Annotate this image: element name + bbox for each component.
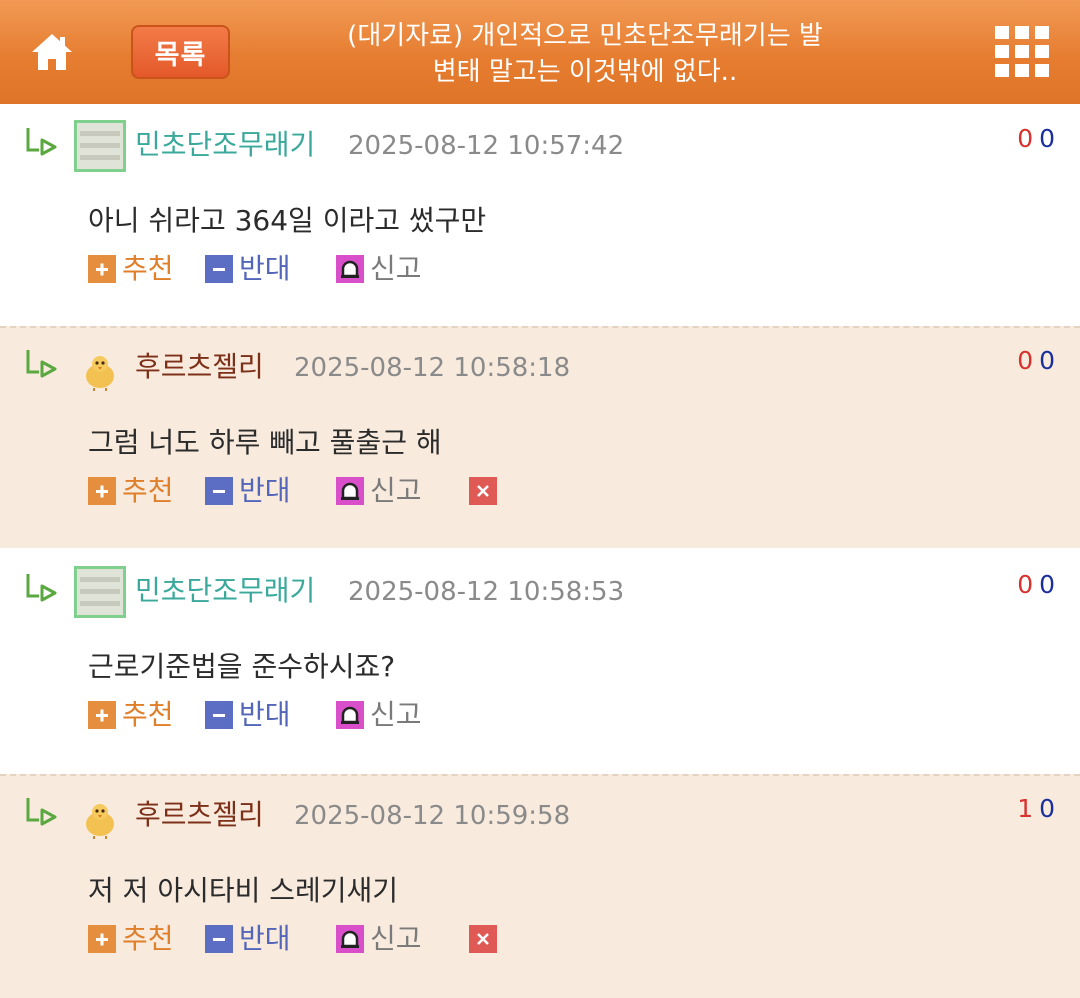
delete-button[interactable] xyxy=(469,474,497,508)
plus-icon xyxy=(88,925,116,953)
oppose-label: 반대 xyxy=(239,922,291,955)
recommend-button[interactable]: 추천 xyxy=(88,922,174,956)
plus-icon xyxy=(88,255,116,283)
post-title-line-1: (대기자료) 개인적으로 민초단조무래기는 발 xyxy=(347,21,823,51)
post-title: (대기자료) 개인적으로 민초단조무래기는 발 변태 말고는 이것밖에 없다.. xyxy=(300,18,870,90)
vote-counts: 00 xyxy=(1017,346,1055,376)
plus-icon xyxy=(88,701,116,729)
comment-item: 민초단조무래기 2025-08-12 10:58:53 00 근로기준법을 준수… xyxy=(0,550,1080,772)
reply-arrow-icon xyxy=(26,350,57,378)
siren-icon xyxy=(336,925,364,953)
plus-icon xyxy=(88,477,116,505)
siren-icon xyxy=(336,255,364,283)
delete-button[interactable] xyxy=(469,922,497,956)
grid-menu-icon[interactable] xyxy=(995,26,1049,78)
comment-datetime: 2025-08-12 10:57:42 xyxy=(348,131,625,161)
minus-icon xyxy=(205,701,233,729)
close-icon xyxy=(469,925,497,953)
top-bar: 목록 (대기자료) 개인적으로 민초단조무래기는 발 변태 말고는 이것밖에 없… xyxy=(0,0,1080,104)
oppose-count: 0 xyxy=(1039,346,1055,375)
post-title-line-2: 변태 말고는 이것밖에 없다.. xyxy=(432,57,738,87)
report-button[interactable]: 신고 xyxy=(336,922,422,956)
oppose-label: 반대 xyxy=(239,474,291,507)
user-avatar xyxy=(74,120,126,172)
recommend-label: 추천 xyxy=(122,698,174,731)
siren-icon xyxy=(336,477,364,505)
comment-datetime: 2025-08-12 10:58:18 xyxy=(294,353,571,383)
siren-icon xyxy=(336,701,364,729)
comment-divider xyxy=(0,326,1080,328)
comment-item: 후르츠젤리 2025-08-12 10:59:58 10 저 저 아시타비 스레… xyxy=(0,774,1080,998)
reply-arrow-icon xyxy=(26,798,57,826)
comment-author[interactable]: 민초단조무래기 xyxy=(135,574,315,608)
recommend-label: 추천 xyxy=(122,252,174,285)
recommend-label: 추천 xyxy=(122,922,174,955)
report-label: 신고 xyxy=(370,922,422,955)
recommend-button[interactable]: 추천 xyxy=(88,698,174,732)
comment-datetime: 2025-08-12 10:58:53 xyxy=(348,577,625,607)
user-avatar xyxy=(74,566,126,618)
close-icon xyxy=(469,477,497,505)
oppose-button[interactable]: 반대 xyxy=(205,252,291,286)
chick-avatar-icon xyxy=(86,356,114,391)
report-label: 신고 xyxy=(370,698,422,731)
oppose-button[interactable]: 반대 xyxy=(205,922,291,956)
recommend-label: 추천 xyxy=(122,474,174,507)
home-icon[interactable] xyxy=(28,28,76,76)
comment-text: 저 저 아시타비 스레기새기 xyxy=(88,874,399,907)
list-button-label: 목록 xyxy=(154,39,207,71)
comment-author[interactable]: 후르츠젤리 xyxy=(135,350,264,384)
oppose-label: 반대 xyxy=(239,698,291,731)
list-button[interactable]: 목록 xyxy=(131,25,230,79)
oppose-button[interactable]: 반대 xyxy=(205,474,291,508)
report-button[interactable]: 신고 xyxy=(336,698,422,732)
comment-item: 후르츠젤리 2025-08-12 10:58:18 00 그럼 너도 하루 빼고… xyxy=(0,326,1080,548)
comment-text: 그럼 너도 하루 빼고 풀출근 해 xyxy=(88,426,442,459)
minus-icon xyxy=(205,925,233,953)
comment-item: 민초단조무래기 2025-08-12 10:57:42 00 아니 쉬라고 36… xyxy=(0,104,1080,326)
minus-icon xyxy=(205,477,233,505)
report-button[interactable]: 신고 xyxy=(336,252,422,286)
vote-counts: 10 xyxy=(1017,794,1055,824)
comment-divider xyxy=(0,774,1080,776)
reply-arrow-icon xyxy=(26,128,57,156)
oppose-count: 0 xyxy=(1039,124,1055,153)
chick-avatar-icon xyxy=(86,804,114,839)
comment-author[interactable]: 후르츠젤리 xyxy=(135,798,264,832)
vote-counts: 00 xyxy=(1017,570,1055,600)
recommend-button[interactable]: 추천 xyxy=(88,252,174,286)
recommend-button[interactable]: 추천 xyxy=(88,474,174,508)
oppose-count: 0 xyxy=(1039,794,1055,823)
comment-text: 근로기준법을 준수하시죠? xyxy=(88,650,396,683)
comment-text: 아니 쉬라고 364일 이라고 썼구만 xyxy=(88,204,487,237)
comment-author[interactable]: 민초단조무래기 xyxy=(135,128,315,162)
comment-datetime: 2025-08-12 10:59:58 xyxy=(294,801,571,831)
oppose-label: 반대 xyxy=(239,252,291,285)
report-label: 신고 xyxy=(370,252,422,285)
report-label: 신고 xyxy=(370,474,422,507)
reply-arrow-icon xyxy=(26,574,57,602)
oppose-count: 0 xyxy=(1039,570,1055,599)
oppose-button[interactable]: 반대 xyxy=(205,698,291,732)
recommend-count: 0 xyxy=(1017,124,1034,153)
recommend-count: 0 xyxy=(1017,570,1034,599)
report-button[interactable]: 신고 xyxy=(336,474,422,508)
minus-icon xyxy=(205,255,233,283)
recommend-count: 1 xyxy=(1017,794,1034,823)
recommend-count: 0 xyxy=(1017,346,1034,375)
vote-counts: 00 xyxy=(1017,124,1055,154)
